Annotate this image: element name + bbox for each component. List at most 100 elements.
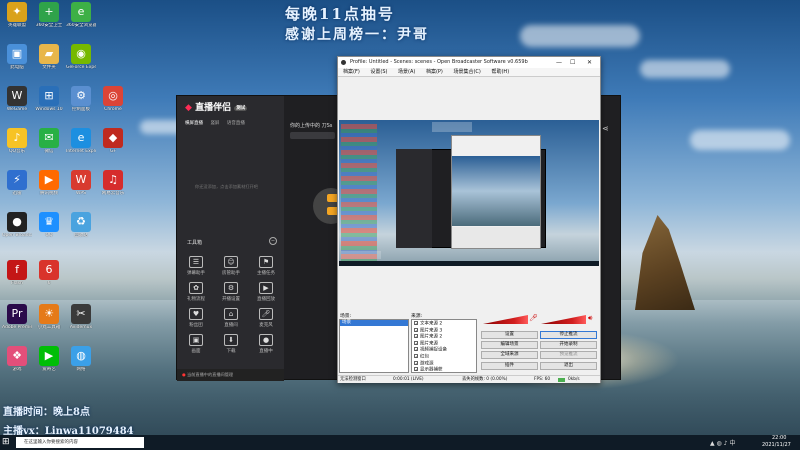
taskbar-search-input[interactable]: 在这里输入你要搜索的内容 (24, 437, 78, 448)
clock-time[interactable]: 22:00 (772, 435, 786, 441)
music-icon: ♪ (7, 128, 27, 148)
menu-scene-collection[interactable]: 场景集合(C) (453, 69, 480, 75)
source-item[interactable]: ✓ 红包 (414, 353, 474, 361)
tray-up-icon[interactable]: ▲ (710, 440, 715, 447)
close-icon[interactable]: ✕ (587, 57, 592, 68)
source-item[interactable]: ✓ 图片来源 2 (414, 334, 474, 341)
desktop-icon[interactable]: W WPS (66, 170, 96, 197)
toolbox-expand-icon[interactable]: − (269, 237, 277, 245)
tray-lang[interactable]: 中 (729, 440, 735, 447)
scene-item[interactable]: 场景 (340, 320, 408, 326)
tab-portrait[interactable]: 竖屏 (210, 121, 219, 126)
start-button[interactable]: ⊞ (2, 437, 12, 447)
source-item[interactable]: ✓ 游戏源 (414, 360, 474, 368)
toolbox-item[interactable]: ☺ 房管助手 (220, 256, 242, 276)
start-recording-button[interactable]: 开始录制 (540, 341, 597, 349)
desktop-icon[interactable]: +360安全卫士 (34, 2, 64, 29)
desktop-icon[interactable]: ▶ 腾讯视频 (34, 170, 64, 197)
tray-volume-icon[interactable]: ♪ (724, 440, 728, 447)
menu-profiles[interactable]: 档案(P) (426, 69, 443, 75)
desktop-icon[interactable]: f Flash (2, 260, 32, 287)
toolbox-item[interactable]: ⌂ 直播间 (220, 308, 242, 328)
exit-button[interactable]: 退出 (540, 362, 597, 370)
desktop-icon[interactable]: ◎ Chrome (98, 86, 128, 113)
source-checkbox[interactable]: ✓ (414, 360, 418, 365)
menu-scenes[interactable]: 场景(A) (398, 69, 415, 75)
edit-scene-button[interactable]: 编辑场景 (481, 341, 538, 349)
toolbox-item[interactable]: ⚙ 开播设置 (220, 282, 242, 302)
plugins-button[interactable]: 插件 (481, 362, 538, 370)
desktop-icon[interactable]: ✦ 英雄联盟 (2, 2, 32, 29)
desktop-icon[interactable]: eInternet Explorer (66, 128, 96, 155)
toolbox-item[interactable]: ⚑ 主播任务 (255, 256, 277, 276)
preview-stream-button[interactable]: 预览推流 (540, 351, 597, 359)
tab-landscape[interactable]: 横屏直播 (185, 121, 203, 126)
live-app-tabs: 横屏直播 竖屏 语音直播 (185, 120, 245, 126)
clock-date[interactable]: 2021/11/27 (762, 442, 791, 448)
source-checkbox[interactable]: ✓ (414, 367, 418, 372)
desktop-icon[interactable]: ✂ Avidemux (66, 304, 96, 331)
toolbox-item[interactable]: 🎤︎ 麦克风 (255, 308, 277, 328)
source-item[interactable]: ✓ 图片来源 (414, 340, 474, 348)
premiere-icon: Pr (7, 304, 27, 324)
preview-overlay-bottom (341, 251, 381, 259)
source-checkbox[interactable]: ✓ (414, 327, 418, 332)
tool-label: 直播间 (224, 323, 238, 328)
desktop-icon[interactable]: ☀ 小丸工具箱 (34, 304, 64, 331)
desktop-icon[interactable]: ❖ 游戏 (2, 346, 32, 373)
tool-label: 房管助手 (222, 271, 240, 276)
toolbox-item[interactable]: ☰ 弹幕助手 (185, 256, 207, 276)
source-item[interactable]: ✓ 视频捕捉设备 (414, 347, 474, 354)
live-notice-bar (290, 132, 335, 139)
desktop-icon[interactable]: e 360安全浏览器 (66, 2, 96, 29)
desktop-icon[interactable]: ▰ 文件夹 (34, 44, 64, 71)
share-icon[interactable]: ⋖ (602, 124, 609, 133)
global-sources-button[interactable]: 全域来源 (481, 351, 538, 359)
desktop-icon[interactable]: PrAdobe Premiere (2, 304, 32, 331)
toolbox-item[interactable]: ▶ 直播回放 (255, 282, 277, 302)
mic-icon[interactable]: 🎤︎ (529, 314, 538, 322)
tray-network-icon[interactable]: ◍ (717, 440, 722, 447)
source-checkbox[interactable]: ✓ (414, 340, 418, 345)
desktop-icon[interactable]: ⚡ 迅雷 (2, 170, 32, 197)
source-item[interactable]: ✓ 显示器捕获 (414, 367, 474, 374)
menu-help[interactable]: 帮助(H) (491, 69, 509, 75)
desktop-icon[interactable]: W WeGame (2, 86, 32, 113)
desktop-icon[interactable]: ♻ 回收站 (66, 212, 96, 239)
desktop-icon[interactable]: ⊞ Windows 10 (34, 86, 64, 113)
source-checkbox[interactable]: ✓ (414, 353, 418, 358)
desktop-icon[interactable]: ⚙ 控制面板 (66, 86, 96, 113)
desktop-icon[interactable]: ◉GeForce Experience (66, 44, 96, 71)
desktop-icon[interactable]: ✉ 微信 (34, 128, 64, 155)
toolbox-item[interactable]: ⬇ 下载 (220, 334, 242, 354)
settings-button[interactable]: 设置 (481, 331, 538, 339)
source-checkbox[interactable]: ✓ (414, 347, 418, 352)
desktop-icon[interactable]: ♪ QQ音乐 (2, 128, 32, 155)
desktop-icon-label: Internet Explorer (66, 149, 96, 154)
desktop-icon[interactable]: ♫ 网易云音乐 (98, 170, 128, 197)
desktop-icon[interactable]: ◆ GF (98, 128, 128, 155)
desktop-icon-label: Avidemux (69, 325, 93, 330)
desktop-icon[interactable]: ◍ 网络 (66, 346, 96, 373)
toolbox-item[interactable]: ▣ 画面 (185, 334, 207, 354)
desktop-icon[interactable]: ●Open Broadcaster (2, 212, 32, 239)
toolbox-item[interactable]: ● 直播中 (255, 334, 277, 354)
desktop-icon[interactable]: ▣ 此电脑 (2, 44, 32, 71)
desktop-icon[interactable]: ▶ 爱奇艺 (34, 346, 64, 373)
source-checkbox[interactable]: ✓ (414, 321, 418, 326)
menu-settings[interactable]: 设置(S) (370, 69, 387, 75)
folder-icon: ▰ (39, 44, 59, 64)
maximize-icon[interactable]: ☐ (570, 57, 575, 68)
desktop-icon[interactable]: ♛ QQ (34, 212, 64, 239)
source-item[interactable]: ✓ 文本来源 2 (414, 321, 474, 328)
toolbox-item[interactable]: ✿ 礼物流程 (185, 282, 207, 302)
menu-file[interactable]: 档案(F) (343, 69, 360, 75)
tab-voice[interactable]: 语音直播 (227, 121, 245, 126)
desktop-icon[interactable]: 66 (34, 260, 64, 287)
source-checkbox[interactable]: ✓ (414, 334, 418, 339)
stop-streaming-button[interactable]: 停止推流 (540, 331, 597, 339)
toolbox-item[interactable]: ♥ 粉丝团 (185, 308, 207, 328)
speaker-icon[interactable]: 🔊︎ (588, 314, 592, 323)
minimize-icon[interactable]: — (556, 57, 562, 68)
source-item[interactable]: ✓ 图片来源 3 (414, 327, 474, 335)
